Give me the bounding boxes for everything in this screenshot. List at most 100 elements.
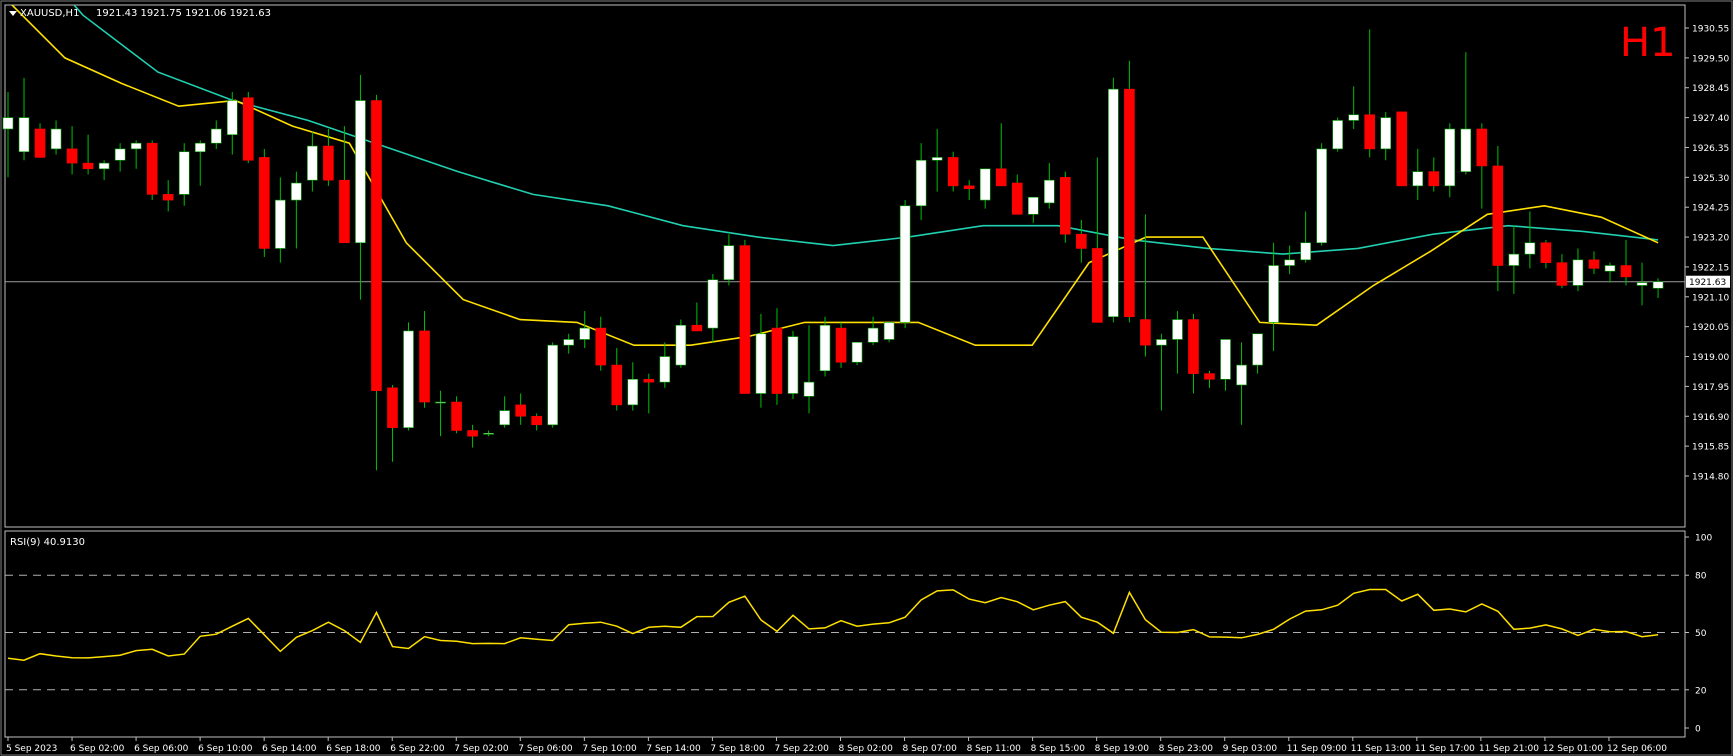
bull-candle-body <box>275 199 286 249</box>
bull-candle-body <box>114 148 126 161</box>
bull-candle-body <box>915 159 927 207</box>
bull-candle-body <box>787 336 799 394</box>
bull-candle-body <box>547 344 558 426</box>
ohlc-readout: 1921.43 1921.75 1921.06 1921.63 <box>96 8 271 19</box>
bull-candle-body <box>851 342 863 363</box>
bear-candle-body <box>1396 111 1408 187</box>
bull-candle-body <box>1284 259 1295 266</box>
bull-candle-body <box>1636 282 1648 286</box>
trading-chart[interactable]: 1930.55 1929.50 1928.45 1927.40 1926.35 1925.… <box>0 0 1733 756</box>
chart-background <box>0 0 1733 756</box>
bear-candle-body <box>1092 248 1103 323</box>
current-price-label: 1921.63 <box>1689 278 1726 288</box>
time-tick-label: 7 Sep 02:00 <box>454 744 509 754</box>
time-tick-label: 11 Sep 17:00 <box>1415 744 1475 754</box>
time-tick-label: 6 Sep 10:00 <box>198 744 253 754</box>
bull-candle-body <box>291 182 302 201</box>
bear-candle-body <box>1476 128 1488 167</box>
price-tick-label: 1929.50 <box>1692 54 1729 64</box>
time-tick-label: 7 Sep 22:00 <box>774 744 829 754</box>
price-tick-label: 1916.90 <box>1692 413 1729 423</box>
time-tick-label: 6 Sep 18:00 <box>326 744 381 754</box>
candle[interactable] <box>787 330 799 400</box>
candle[interactable] <box>1124 60 1135 323</box>
candle[interactable] <box>899 200 911 329</box>
bear-candle-body <box>995 168 1007 187</box>
candle[interactable] <box>1396 111 1408 187</box>
bull-candle-body <box>1460 128 1472 172</box>
bull-candle-body <box>483 433 494 435</box>
time-tick-label: 11 Sep 21:00 <box>1479 744 1539 754</box>
candle[interactable] <box>451 396 462 434</box>
candle[interactable] <box>1060 171 1071 243</box>
price-tick-label: 1928.45 <box>1692 84 1729 94</box>
bear-candle-body <box>1620 265 1632 278</box>
bull-candle-body <box>435 401 446 404</box>
bear-candle-body <box>259 157 270 249</box>
time-tick-label: 7 Sep 14:00 <box>646 744 701 754</box>
time-tick-label: 7 Sep 06:00 <box>518 744 573 754</box>
bull-candle-body <box>1508 253 1520 266</box>
candle[interactable] <box>675 319 687 368</box>
bull-candle-body <box>210 128 222 144</box>
bull-candle-body <box>979 168 991 201</box>
bear-candle-body <box>771 327 783 394</box>
time-tick-label: 8 Sep 19:00 <box>1095 744 1150 754</box>
bull-candle-body <box>1316 148 1327 244</box>
bull-candle-body <box>675 324 687 366</box>
time-tick-label: 7 Sep 10:00 <box>582 744 637 754</box>
bull-candle-body <box>403 330 414 428</box>
bear-candle-body <box>1492 165 1504 266</box>
bear-candle-body <box>643 378 655 383</box>
bull-candle-body <box>1348 114 1359 121</box>
bear-candle-body <box>1364 114 1375 150</box>
bull-candle-body <box>1268 265 1279 323</box>
bull-candle-body <box>18 117 30 153</box>
bear-candle-body <box>595 327 607 366</box>
candle[interactable] <box>883 322 895 343</box>
price-tick-label: 1927.40 <box>1692 114 1729 124</box>
price-tick-label: 1923.20 <box>1692 234 1729 244</box>
bull-candle-body <box>755 333 767 394</box>
candle[interactable] <box>1332 117 1343 152</box>
candle[interactable] <box>547 342 558 428</box>
price-tick-label: 1930.55 <box>1692 25 1729 35</box>
candle[interactable] <box>947 151 959 192</box>
bear-candle-body <box>835 327 847 363</box>
time-tick-label: 6 Sep 02:00 <box>70 744 125 754</box>
price-tick-label: 1914.80 <box>1692 473 1729 483</box>
bull-candle-body <box>178 151 190 195</box>
rsi-scale-label: 0 <box>1695 725 1701 735</box>
price-tick-label: 1915.85 <box>1692 443 1729 453</box>
candle[interactable] <box>1444 123 1456 198</box>
candle[interactable] <box>819 316 831 377</box>
bear-candle-body <box>1124 88 1135 318</box>
bear-candle-body <box>371 100 382 391</box>
bull-candle-body <box>1027 196 1039 215</box>
candle[interactable] <box>1108 77 1119 323</box>
candle[interactable] <box>403 322 414 431</box>
price-tick-label: 1917.95 <box>1692 383 1729 393</box>
bull-candle-body <box>1220 339 1231 380</box>
bull-candle-body <box>226 100 238 135</box>
bull-candle-body <box>883 322 895 340</box>
candle[interactable] <box>259 148 270 257</box>
candle[interactable] <box>1316 143 1327 246</box>
bull-candle-body <box>899 205 911 323</box>
price-tick-label: 1922.15 <box>1692 263 1729 273</box>
bull-candle-body <box>1572 259 1584 286</box>
candle[interactable] <box>739 239 751 394</box>
bull-candle-body <box>723 245 735 281</box>
bear-candle-body <box>1076 233 1087 249</box>
time-tick-label: 9 Sep 03:00 <box>1223 744 1278 754</box>
candle[interactable] <box>243 92 254 164</box>
rsi-scale-label: 100 <box>1695 534 1712 544</box>
bull-candle-body <box>1412 171 1424 187</box>
bull-candle-body <box>98 162 110 170</box>
bear-candle-body <box>243 97 254 161</box>
candle[interactable] <box>851 342 863 366</box>
bear-candle-body <box>963 185 975 190</box>
bull-candle-body <box>1300 242 1311 261</box>
candle[interactable] <box>835 322 847 368</box>
candle[interactable] <box>146 140 158 201</box>
